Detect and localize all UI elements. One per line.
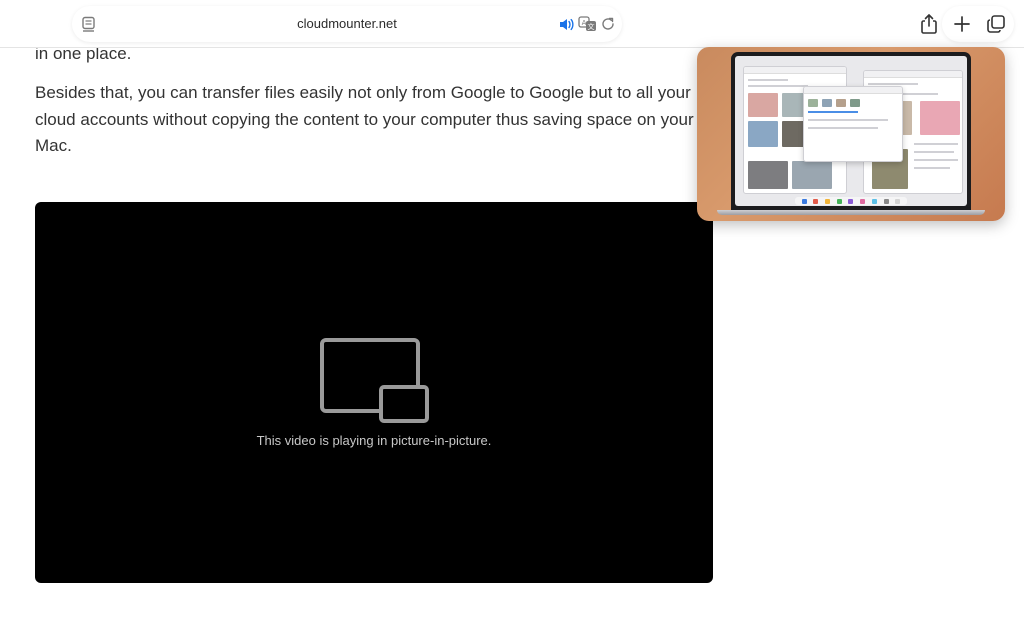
new-tab-button[interactable] [946,8,978,40]
pip-window[interactable] [697,47,1005,221]
speaker-playing-icon[interactable] [558,16,575,33]
plus-icon [954,16,970,32]
laptop-base [717,210,985,215]
picture-in-picture-icon [320,338,429,423]
laptop-lid [731,52,971,212]
svg-text:文: 文 [588,22,595,31]
laptop-notch [835,52,859,56]
pip-status-message: This video is playing in picture-in-pict… [256,433,492,448]
browser-toolbar: cloudmounter.net A 文 [0,0,1024,48]
tab-overview-button[interactable] [980,8,1012,40]
laptop-screen [735,56,967,206]
translate-icon[interactable]: A 文 [578,15,598,33]
toolbar-button-group [942,6,1014,42]
share-button[interactable] [912,7,946,41]
article-paragraph: Besides that, you can transfer files eas… [35,83,694,155]
svg-text:A: A [582,19,587,27]
reload-icon[interactable] [600,16,616,32]
address-bar[interactable]: cloudmounter.net A 文 [72,6,622,42]
url-text[interactable]: cloudmounter.net [72,16,622,31]
preview-dock [795,197,907,205]
share-icon [921,14,937,34]
tab-overview-icon [987,15,1005,33]
video-player[interactable]: This video is playing in picture-in-pict… [35,202,713,583]
preview-window-dialog [803,86,903,162]
laptop-screen-preview [717,52,985,215]
